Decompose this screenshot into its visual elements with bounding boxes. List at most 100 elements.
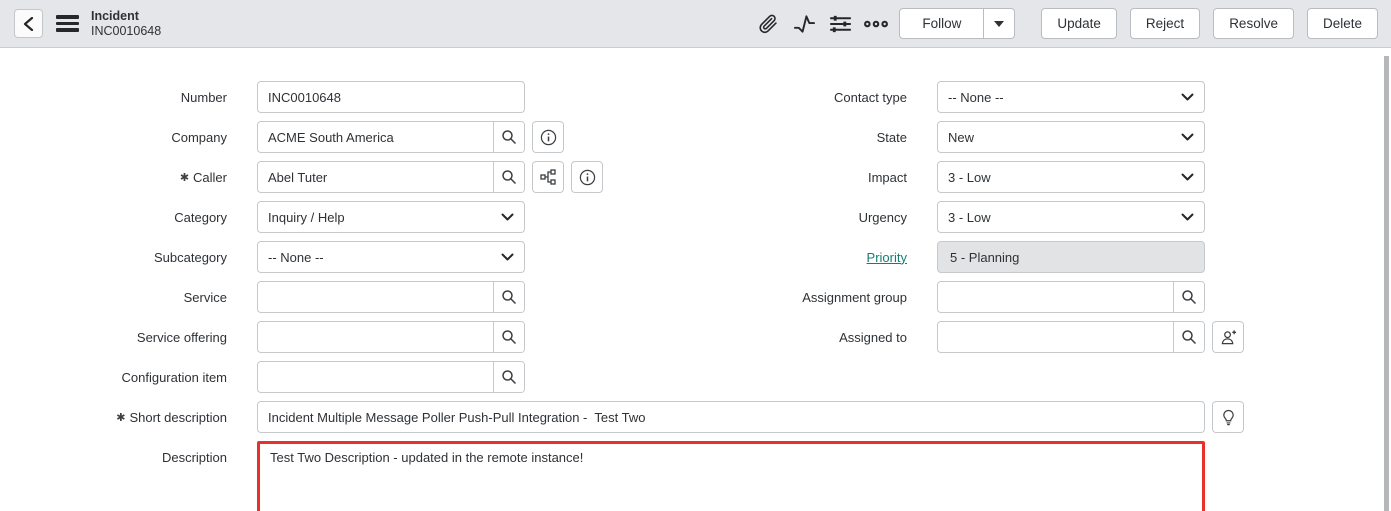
chevron-down-icon bbox=[1181, 93, 1194, 102]
field-row-company: Company bbox=[0, 121, 680, 153]
chevron-down-icon bbox=[501, 253, 514, 262]
subcategory-select[interactable]: -- None -- bbox=[257, 241, 525, 273]
record-type: Incident bbox=[91, 9, 161, 24]
search-icon bbox=[501, 369, 517, 385]
contact-type-select[interactable]: -- None -- bbox=[937, 81, 1205, 113]
state-label: State bbox=[680, 130, 907, 145]
info-icon bbox=[579, 169, 596, 186]
field-row-category: Category Inquiry / Help bbox=[0, 201, 680, 233]
configuration-item-input[interactable] bbox=[258, 362, 493, 392]
impact-select[interactable]: 3 - Low bbox=[937, 161, 1205, 193]
assignment-group-label: Assignment group bbox=[680, 290, 907, 305]
configuration-item-label: Configuration item bbox=[0, 370, 227, 385]
service-search-button[interactable] bbox=[493, 282, 524, 312]
field-row-number: Number bbox=[0, 81, 680, 113]
field-row-caller: ✱Caller bbox=[0, 161, 680, 193]
delete-button[interactable]: Delete bbox=[1307, 8, 1378, 39]
caller-show-related-button[interactable] bbox=[532, 161, 564, 193]
update-button[interactable]: Update bbox=[1041, 8, 1117, 39]
vertical-scrollbar[interactable] bbox=[1384, 56, 1389, 511]
assigned-to-search-button[interactable] bbox=[1173, 322, 1204, 352]
description-label: Description bbox=[0, 441, 227, 465]
chevron-down-icon bbox=[1181, 213, 1194, 222]
search-icon bbox=[501, 329, 517, 345]
lightbulb-icon bbox=[1221, 409, 1236, 426]
resolve-button[interactable]: Resolve bbox=[1213, 8, 1294, 39]
assigned-to-label: Assigned to bbox=[680, 330, 907, 345]
caller-search-button[interactable] bbox=[493, 162, 524, 192]
field-row-impact: Impact 3 - Low bbox=[680, 161, 1391, 193]
urgency-label: Urgency bbox=[680, 210, 907, 225]
context-menu-icon[interactable] bbox=[56, 15, 79, 32]
subcategory-label: Subcategory bbox=[0, 250, 227, 265]
search-icon bbox=[1181, 329, 1197, 345]
assignment-group-input[interactable] bbox=[938, 282, 1173, 312]
required-icon: ✱ bbox=[116, 412, 125, 424]
service-offering-input[interactable] bbox=[258, 322, 493, 352]
contact-type-label: Contact type bbox=[680, 90, 907, 105]
company-label: Company bbox=[0, 130, 227, 145]
person-add-icon bbox=[1220, 329, 1237, 346]
record-number: INC0010648 bbox=[91, 24, 161, 39]
assigned-to-input[interactable] bbox=[938, 322, 1173, 352]
configuration-item-search-button[interactable] bbox=[493, 362, 524, 392]
service-offering-search-button[interactable] bbox=[493, 322, 524, 352]
field-row-configuration-item: Configuration item bbox=[0, 361, 680, 393]
field-row-urgency: Urgency 3 - Low bbox=[680, 201, 1391, 233]
assignment-group-search-button[interactable] bbox=[1173, 282, 1204, 312]
category-select[interactable]: Inquiry / Help bbox=[257, 201, 525, 233]
field-row-contact-type: Contact type -- None -- bbox=[680, 81, 1391, 113]
back-button[interactable] bbox=[14, 9, 43, 38]
field-row-assignment-group: Assignment group bbox=[680, 281, 1391, 313]
company-preview-button[interactable] bbox=[532, 121, 564, 153]
follow-dropdown-button[interactable] bbox=[984, 8, 1015, 39]
field-row-short-description: ✱Short description bbox=[0, 401, 1391, 433]
caret-down-icon bbox=[994, 21, 1004, 27]
impact-label: Impact bbox=[680, 170, 907, 185]
more-options-icon[interactable] bbox=[863, 11, 889, 37]
info-icon bbox=[540, 129, 557, 146]
caller-preview-button[interactable] bbox=[571, 161, 603, 193]
reject-button[interactable]: Reject bbox=[1130, 8, 1200, 39]
short-description-input[interactable] bbox=[258, 402, 1204, 432]
chevron-down-icon bbox=[1181, 173, 1194, 182]
service-offering-label: Service offering bbox=[0, 330, 227, 345]
urgency-select[interactable]: 3 - Low bbox=[937, 201, 1205, 233]
priority-link[interactable]: Priority bbox=[867, 250, 907, 265]
number-input[interactable] bbox=[258, 82, 524, 112]
chevron-down-icon bbox=[501, 213, 514, 222]
hierarchy-icon bbox=[540, 169, 556, 185]
field-row-assigned-to: Assigned to bbox=[680, 321, 1391, 353]
record-title: Incident INC0010648 bbox=[91, 9, 161, 39]
attachment-icon[interactable] bbox=[755, 11, 781, 37]
service-label: Service bbox=[0, 290, 227, 305]
follow-button[interactable]: Follow bbox=[899, 8, 984, 39]
chevron-down-icon bbox=[1181, 133, 1194, 142]
field-row-priority: Priority 5 - Planning bbox=[680, 241, 1391, 273]
assign-to-me-button[interactable] bbox=[1212, 321, 1244, 353]
activity-stream-icon[interactable] bbox=[791, 11, 817, 37]
short-description-label: ✱Short description bbox=[0, 410, 227, 425]
field-row-service-offering: Service offering bbox=[0, 321, 680, 353]
search-icon bbox=[501, 289, 517, 305]
company-search-button[interactable] bbox=[493, 122, 524, 152]
search-icon bbox=[501, 169, 517, 185]
caller-input[interactable] bbox=[258, 162, 493, 192]
required-icon: ✱ bbox=[180, 172, 189, 184]
form-header: Incident INC0010648 Follow bbox=[0, 0, 1391, 48]
search-icon bbox=[501, 129, 517, 145]
category-label: Category bbox=[0, 210, 227, 225]
description-textarea[interactable]: Test Two Description - updated in the re… bbox=[257, 441, 1205, 511]
search-icon bbox=[1181, 289, 1197, 305]
service-input[interactable] bbox=[258, 282, 493, 312]
field-row-subcategory: Subcategory -- None -- bbox=[0, 241, 680, 273]
caller-label: ✱Caller bbox=[0, 170, 227, 185]
priority-value: 5 - Planning bbox=[937, 241, 1205, 273]
personalize-form-icon[interactable] bbox=[827, 11, 853, 37]
company-input[interactable] bbox=[258, 122, 493, 152]
field-row-state: State New bbox=[680, 121, 1391, 153]
suggestion-button[interactable] bbox=[1212, 401, 1244, 433]
number-label: Number bbox=[0, 90, 227, 105]
state-select[interactable]: New bbox=[937, 121, 1205, 153]
field-row-description: Description Test Two Description - updat… bbox=[0, 441, 1391, 511]
